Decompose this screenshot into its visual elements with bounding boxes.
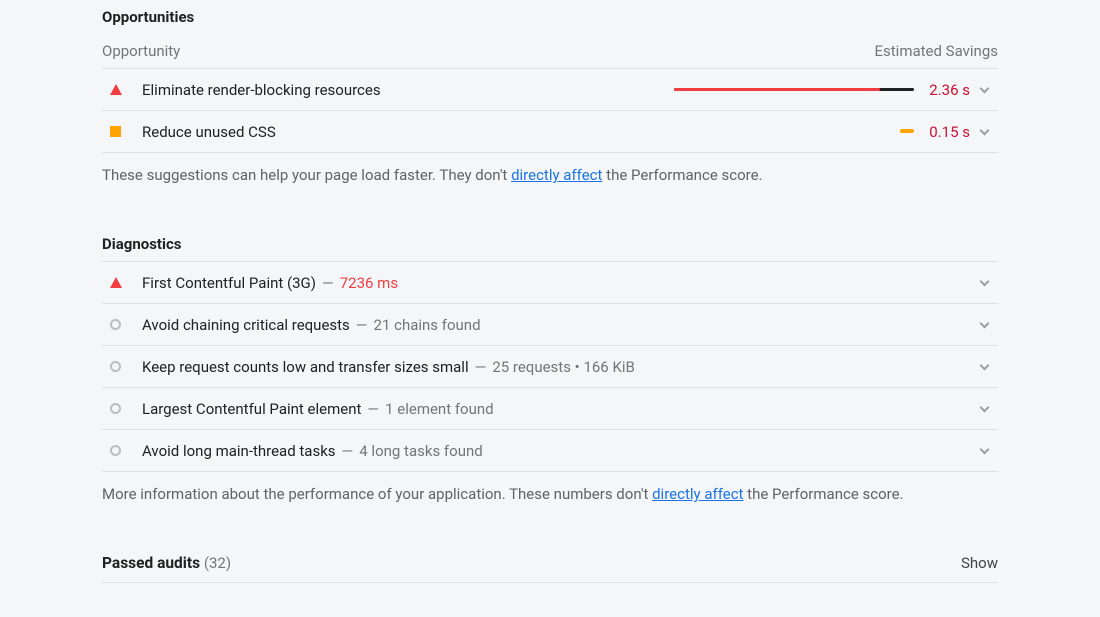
diagnostic-detail: 7236 ms: [340, 274, 398, 292]
opportunities-title: Opportunities: [102, 8, 998, 26]
fail-triangle-icon: [110, 84, 134, 95]
warn-square-icon: [110, 126, 134, 137]
chevron-down-icon[interactable]: [970, 323, 998, 327]
passed-audits-show-button[interactable]: Show: [961, 554, 998, 572]
separator-dash: —: [342, 442, 354, 460]
info-circle-icon: [110, 319, 134, 330]
opportunities-col-right: Estimated Savings: [875, 42, 999, 60]
savings-bar: [614, 88, 914, 91]
opportunity-row[interactable]: Eliminate render-blocking resources 2.36 …: [102, 69, 998, 111]
info-circle-icon: [110, 403, 134, 414]
fail-triangle-icon: [110, 277, 134, 288]
separator-dash: —: [475, 358, 487, 376]
opportunity-label: Reduce unused CSS: [134, 123, 276, 141]
separator-dash: —: [356, 316, 368, 334]
passed-audits-row[interactable]: Passed audits (32) Show: [102, 554, 998, 583]
chevron-down-icon[interactable]: [970, 365, 998, 369]
diagnostic-row[interactable]: First Contentful Paint (3G) — 7236 ms: [102, 262, 998, 304]
diagnostic-label: Largest Contentful Paint element: [134, 400, 361, 418]
diagnostic-row[interactable]: Keep request counts low and transfer siz…: [102, 346, 998, 388]
info-circle-icon: [110, 361, 134, 372]
separator-dash: —: [322, 274, 334, 292]
passed-audits-title: Passed audits: [102, 554, 200, 572]
passed-audits-count: (32): [204, 554, 231, 572]
diagnostic-row[interactable]: Avoid chaining critical requests — 21 ch…: [102, 304, 998, 346]
diagnostic-detail: 25 requests • 166 KiB: [492, 358, 635, 376]
chevron-down-icon[interactable]: [970, 407, 998, 411]
diagnostic-detail: 4 long tasks found: [359, 442, 482, 460]
diagnostic-row[interactable]: Avoid long main-thread tasks — 4 long ta…: [102, 430, 998, 472]
savings-time: 0.15 s: [914, 123, 970, 141]
diagnostic-label: First Contentful Paint (3G): [134, 274, 316, 292]
chevron-down-icon[interactable]: [970, 281, 998, 285]
opportunities-header: Opportunity Estimated Savings: [102, 34, 998, 69]
opportunities-footnote: These suggestions can help your page loa…: [102, 153, 998, 187]
chevron-down-icon[interactable]: [970, 130, 998, 134]
diagnostic-label: Avoid chaining critical requests: [134, 316, 350, 334]
diagnostics-footnote-post: the Performance score.: [743, 485, 903, 503]
opportunities-footnote-link[interactable]: directly affect: [511, 166, 602, 184]
diagnostic-detail: 21 chains found: [374, 316, 481, 334]
diagnostics-footnote-pre: More information about the performance o…: [102, 485, 652, 503]
savings-time: 2.36 s: [914, 81, 970, 99]
diagnostic-label: Avoid long main-thread tasks: [134, 442, 336, 460]
info-circle-icon: [110, 445, 134, 456]
diagnostic-detail: 1 element found: [385, 400, 494, 418]
diagnostics-footnote-link[interactable]: directly affect: [652, 485, 743, 503]
opportunities-col-left: Opportunity: [102, 42, 180, 60]
diagnostics-title: Diagnostics: [102, 235, 998, 253]
chevron-down-icon[interactable]: [970, 88, 998, 92]
chevron-down-icon[interactable]: [970, 449, 998, 453]
opportunities-footnote-post: the Performance score.: [602, 166, 762, 184]
diagnostics-footnote: More information about the performance o…: [102, 472, 998, 506]
savings-bar: [614, 130, 914, 133]
diagnostic-row[interactable]: Largest Contentful Paint element — 1 ele…: [102, 388, 998, 430]
opportunity-label: Eliminate render-blocking resources: [134, 81, 381, 99]
opportunities-footnote-pre: These suggestions can help your page loa…: [102, 166, 511, 184]
opportunity-row[interactable]: Reduce unused CSS 0.15 s: [102, 111, 998, 153]
diagnostic-label: Keep request counts low and transfer siz…: [134, 358, 469, 376]
separator-dash: —: [367, 400, 379, 418]
